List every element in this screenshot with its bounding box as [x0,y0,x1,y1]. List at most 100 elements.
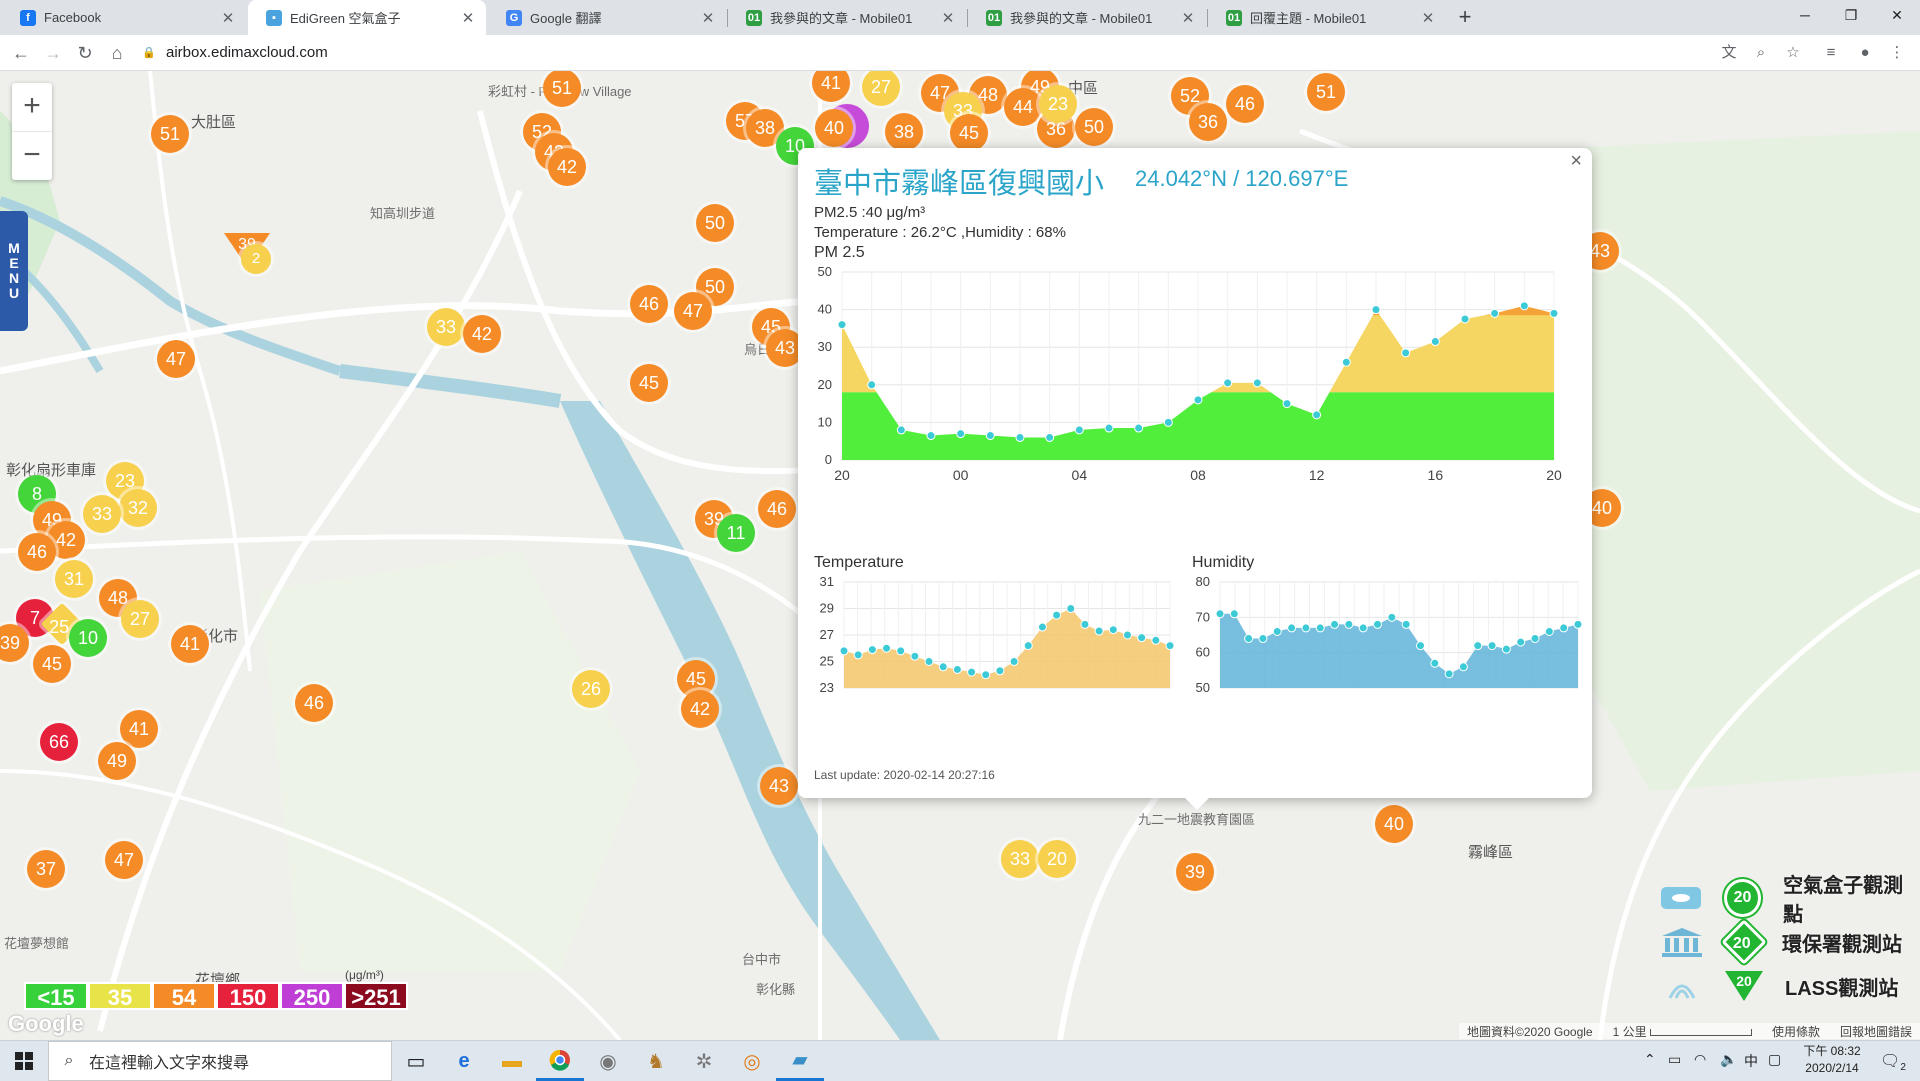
pm25-marker[interactable]: 36 [1189,103,1227,141]
pm25-marker[interactable]: 26 [572,670,610,708]
pm25-marker[interactable]: 33 [1001,840,1039,878]
pm25-marker[interactable]: 11 [717,514,755,552]
report-map-error-link[interactable]: 回報地圖錯誤 [1840,1023,1912,1040]
terms-link[interactable]: 使用條款 [1772,1023,1820,1040]
close-tab-icon[interactable]: ✕ [1180,9,1196,27]
task-view-icon[interactable]: ▭ [392,1041,440,1081]
tab-mobile01-1[interactable]: 01 我參與的文章 - Mobile01 ✕ [728,0,966,35]
pm25-marker[interactable]: 46 [1226,85,1264,123]
pm25-marker[interactable]: 40 [815,109,853,147]
pm25-marker[interactable]: 40 [1375,805,1413,843]
close-tab-icon[interactable]: ✕ [700,9,716,27]
pm25-marker[interactable]: 39 [1176,853,1214,891]
home-icon[interactable]: ⌂ [104,40,130,66]
pm25-marker[interactable]: 46 [758,490,796,528]
data-point [1023,641,1033,651]
pm25-marker[interactable]: 50 [696,204,734,242]
pm25-marker[interactable]: 32 [119,489,157,527]
start-button[interactable] [0,1041,48,1081]
pm25-marker[interactable]: 44 [1004,88,1042,126]
pm25-marker[interactable]: 10 [69,619,107,657]
pm25-marker[interactable]: 50 [1075,108,1113,146]
translate-icon[interactable]: 文 [1718,42,1740,64]
pm25-marker[interactable]: 45 [950,114,988,152]
pm25-marker[interactable]: 45 [33,645,71,683]
pm25-marker[interactable]: 2 [241,244,271,274]
tab-facebook[interactable]: f Facebook ✕ [2,0,246,35]
volume-icon[interactable]: 🔈 [1720,1051,1737,1068]
notification-center-icon[interactable]: 🗨2 [1880,1051,1906,1073]
notes-app-icon[interactable]: ▰ [776,1041,824,1081]
y-tick-label: 50 [818,264,832,279]
pm25-marker[interactable]: 49 [98,742,136,780]
close-window-button[interactable]: ✕ [1874,0,1920,32]
map-label: 彰化縣 [756,982,796,997]
pm25-marker[interactable]: 45 [630,364,668,402]
back-icon[interactable]: ← [8,40,34,66]
input-mode-icon[interactable]: ▢ [1768,1051,1781,1068]
pm25-marker[interactable]: 46 [295,684,333,722]
profile-icon[interactable]: ● [1854,42,1876,64]
zoom-icon[interactable]: ⌕ [1750,42,1772,64]
chrome-icon[interactable] [536,1041,584,1081]
pm25-marker[interactable]: 31 [55,560,93,598]
pm25-marker[interactable]: 66 [40,723,78,761]
pm25-marker[interactable]: 41 [120,710,158,748]
pm25-marker[interactable]: 46 [18,533,56,571]
taskbar-search[interactable]: ⌕ 在這裡輸入文字來搜尋 [48,1041,392,1081]
close-tab-icon[interactable]: ✕ [220,9,236,27]
pm25-marker[interactable]: 43 [760,767,798,805]
ime-indicator[interactable]: 中 [1744,1051,1758,1071]
media-app-icon[interactable]: ◉ [584,1041,632,1081]
more-menu-icon[interactable]: ⋮ [1886,42,1908,64]
edge-icon[interactable]: e [440,1041,488,1081]
data-point [1134,423,1144,433]
network-app-icon[interactable]: ✲ [680,1041,728,1081]
battery-icon[interactable]: ▭ [1668,1051,1681,1068]
close-tab-icon[interactable]: ✕ [460,9,476,27]
tab-mobile01-2[interactable]: 01 我參與的文章 - Mobile01 ✕ [968,0,1206,35]
game-app-icon[interactable]: ♞ [632,1041,680,1081]
close-tab-icon[interactable]: ✕ [940,9,956,27]
reload-icon[interactable]: ↻ [72,40,98,66]
pm25-marker[interactable]: 46 [630,285,668,323]
close-popup-button[interactable]: × [1570,150,1582,173]
minimize-button[interactable]: ─ [1782,0,1828,32]
blender-icon[interactable]: ◎ [728,1041,776,1081]
pm25-marker[interactable]: 38 [885,113,923,151]
pm25-marker[interactable]: 47 [105,841,143,879]
system-clock[interactable]: 下午 08:32 2020/2/14 [1796,1043,1868,1077]
pm25-marker[interactable]: 51 [151,115,189,153]
pm25-marker[interactable]: 42 [548,148,586,186]
pm25-marker[interactable]: 37 [27,850,65,888]
address-bar[interactable]: 🔒 airbox.edimaxcloud.com [142,38,1902,67]
restore-button[interactable]: ❐ [1828,0,1874,32]
pm25-marker[interactable]: 47 [674,292,712,330]
tab-edigreen[interactable]: ▪ EdiGreen 空氣盒子 ✕ [248,0,486,35]
tray-chevron-icon[interactable]: ⌃ [1644,1051,1656,1068]
pm25-marker[interactable]: 42 [681,690,719,728]
pm25-marker[interactable]: 41 [171,625,209,663]
pm25-marker[interactable]: 42 [463,315,501,353]
zoom-out-button[interactable]: − [12,132,52,180]
zoom-in-button[interactable]: + [12,83,52,132]
tab-google-translate[interactable]: G Google 翻譯 ✕ [488,0,726,35]
pm25-marker[interactable]: 47 [157,340,195,378]
close-tab-icon[interactable]: ✕ [1420,9,1436,27]
tab-mobile01-3[interactable]: 01 回覆主題 - Mobile01 ✕ [1208,0,1446,35]
wifi-icon[interactable]: ◠ [1694,1051,1706,1068]
pm25-marker[interactable]: 33 [83,495,121,533]
bookmark-star-icon[interactable]: ☆ [1782,42,1804,64]
new-tab-button[interactable]: + [1452,5,1478,31]
file-explorer-icon[interactable]: ▬ [488,1041,536,1081]
y-tick-label: 31 [820,574,834,589]
pm25-marker[interactable]: 33 [427,308,465,346]
pm25-marker[interactable]: 20 [1038,840,1076,878]
forward-icon[interactable]: → [40,40,66,66]
pm25-marker[interactable]: 51 [1307,73,1345,111]
pm25-marker[interactable]: 27 [121,600,159,638]
reading-list-icon[interactable]: ≡ [1820,42,1842,64]
data-point [882,643,892,653]
pm25-marker[interactable]: 23 [1039,85,1077,123]
menu-button[interactable]: MENU [0,211,28,331]
